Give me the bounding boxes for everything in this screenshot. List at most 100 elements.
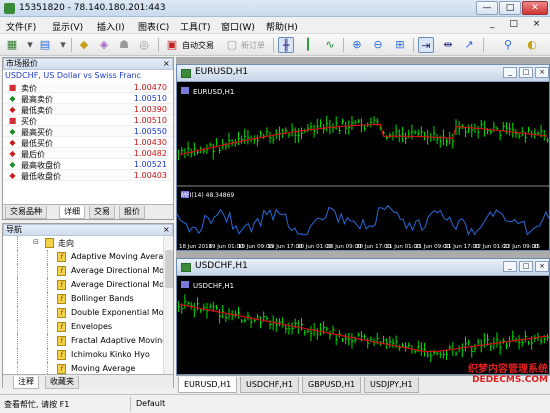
tab-trading[interactable]: 交易	[89, 206, 115, 219]
chart-maximize-button[interactable]: □	[519, 261, 533, 272]
menu-help[interactable]: 帮助(H)	[266, 20, 298, 33]
close-button[interactable]: ✕	[522, 1, 548, 15]
chart-tab-gbpusd[interactable]: GBPUSD,H1	[302, 377, 362, 393]
auto-trading-icon[interactable]: ▣	[164, 37, 180, 53]
indicator-icon: f	[57, 308, 66, 318]
app-icon	[4, 3, 15, 14]
toolbar-separator	[483, 38, 484, 52]
chart-symbol-icon	[181, 281, 189, 288]
status-divider	[130, 397, 131, 411]
tree-indicator-item[interactable]: f Moving Average	[3, 362, 163, 374]
menu-file[interactable]: 文件(F)	[6, 20, 36, 33]
market-watch-icon[interactable]: ◆	[76, 37, 92, 53]
zoom-in-icon[interactable]: ⊕	[349, 37, 365, 53]
auto-trading-button[interactable]: 自动交易	[182, 40, 214, 51]
tab-symbols[interactable]: 交易品种	[5, 206, 47, 219]
tab-favorites[interactable]: 收藏夹	[45, 376, 79, 389]
tree-indicator-item[interactable]: f Envelopes	[3, 320, 163, 334]
price-indicator-icon: ■	[8, 83, 17, 92]
tree-indicator-item[interactable]: fAdaptive Moving Average	[3, 250, 163, 264]
candle-series	[178, 115, 549, 161]
collapse-icon[interactable]: ⊟	[33, 238, 39, 246]
maximize-button[interactable]: □	[499, 1, 521, 15]
chart-close-button[interactable]: ×	[535, 67, 549, 78]
tree-folder-trend[interactable]: ⊟ 走向	[3, 236, 163, 250]
menu-view[interactable]: 显示(V)	[52, 20, 83, 33]
chart-icon	[181, 69, 191, 78]
watermark: 织梦内容管理系统 DEDECMS.COM	[420, 360, 548, 394]
dropdown-arrow-icon[interactable]: ▾	[22, 37, 38, 53]
tree-indicator-item[interactable]: fFractal Adaptive Moving Average	[3, 334, 163, 348]
chart-minimize-button[interactable]: _	[503, 261, 517, 272]
indicator-icon: f	[57, 266, 66, 276]
scrollbar-thumb[interactable]	[165, 250, 173, 288]
navigator-icon[interactable]: ☗	[116, 37, 132, 53]
chart-shift-icon[interactable]: ⇹	[440, 37, 456, 53]
chart-tab-usdjpy[interactable]: USDJPY,H1	[364, 377, 419, 393]
indicators-icon[interactable]: ↗	[461, 37, 477, 53]
tab-common[interactable]: 注释	[13, 376, 39, 389]
tree-indicator-item[interactable]: fDouble Exponential Moving Average	[3, 306, 163, 320]
quote-row[interactable]: ◆ 最高买价 1.00550	[3, 126, 173, 137]
quote-row[interactable]: ◆ 最高卖价 1.00510	[3, 93, 173, 104]
toolbar-separator	[273, 38, 274, 52]
quote-row[interactable]: ◆ 最低买价 1.00430	[3, 137, 173, 148]
chart-window-usdchf[interactable]: USDCHF,H1 _ □ × USDCHF,H1	[176, 258, 550, 375]
tree-indicator-item[interactable]: fAverage Directional Movement	[3, 264, 163, 278]
menu-insert[interactable]: 插入(I)	[97, 20, 125, 33]
quote-row[interactable]: ■ 卖价 1.00470	[3, 82, 173, 93]
chart-window-eurusd[interactable]: EURUSD,H1 _ □ × EURUSD,H1 MFI(14) 48.348…	[176, 64, 550, 251]
navigator-title: 导航	[3, 224, 173, 236]
terminal-icon[interactable]: ◎	[136, 37, 152, 53]
tab-ticks[interactable]: 报价	[119, 206, 145, 219]
candlestick-icon[interactable]: ┃	[300, 37, 316, 53]
zoom-out-icon[interactable]: ⊖	[370, 37, 386, 53]
quote-row[interactable]: ◆ 最后价 1.00482	[3, 148, 173, 159]
quote-row[interactable]: ■ 买价 1.00510	[3, 115, 173, 126]
search-icon[interactable]: ⚲	[500, 37, 516, 53]
new-order-button[interactable]: 新订单	[241, 40, 265, 51]
menu-window[interactable]: 窗口(W)	[221, 20, 255, 33]
quote-row[interactable]: ◆ 最高收盘价 1.00521	[3, 159, 173, 170]
tile-windows-icon[interactable]: ⊞	[392, 37, 408, 53]
quote-row[interactable]: ◆ 最低卖价 1.00390	[3, 104, 173, 115]
eurusd-chart[interactable]: EURUSD,H1 MFI(14) 48.34869 18 Jun 201819…	[177, 83, 549, 251]
profiles-icon[interactable]: ▤	[37, 37, 53, 53]
bar-chart-icon[interactable]: ╫	[278, 37, 294, 53]
toolbar: ▦ ▾ ▤ ▾ ◆ ◈ ☗ ◎ ▣ 自动交易 ▢ 新订单 ╫ ┃ ∿ ⊕ ⊖ ⊞…	[0, 34, 550, 56]
indicator-icon: f	[57, 252, 66, 262]
tree-indicator-item[interactable]: f Ichimoku Kinko Hyo	[3, 348, 163, 362]
navigator-scrollbar[interactable]	[163, 236, 173, 374]
chart-maximize-button[interactable]: □	[519, 67, 533, 78]
mdi-window-controls[interactable]: _ □ ×	[490, 19, 546, 29]
chart-minimize-button[interactable]: _	[503, 67, 517, 78]
navigator-close-icon[interactable]: ×	[163, 224, 170, 235]
navigator-tree: ⊟ 走向 fAdaptive Moving Average fAverage D…	[3, 236, 163, 374]
menu-tools[interactable]: 工具(T)	[180, 20, 211, 33]
quote-row[interactable]: ◆ 最低收盘价 1.00403	[3, 170, 173, 181]
market-watch-close-icon[interactable]: ×	[163, 58, 170, 69]
chart-window-titlebar[interactable]: EURUSD,H1 _ □ ×	[177, 65, 549, 82]
tree-indicator-item[interactable]: f Bollinger Bands	[3, 292, 163, 306]
new-chart-icon[interactable]: ▦	[4, 37, 20, 53]
auto-scroll-icon[interactable]: ⇥	[418, 37, 434, 53]
down-arrow-icon: ◆	[9, 149, 16, 158]
dropdown-arrow-icon[interactable]: ▾	[55, 37, 71, 53]
tree-indicator-item[interactable]: fAverage Directional Movement Wilder	[3, 278, 163, 292]
chat-icon[interactable]: ◐	[524, 37, 540, 53]
toolbar-separator	[413, 38, 414, 52]
menu-charts[interactable]: 图表(C)	[138, 20, 169, 33]
new-order-icon[interactable]: ▢	[224, 37, 240, 53]
chart-tab-usdchf[interactable]: USDCHF,H1	[240, 377, 299, 393]
mfi-line	[177, 205, 549, 236]
folder-icon	[45, 238, 54, 248]
line-chart-icon[interactable]: ∿	[322, 37, 338, 53]
menu-bar: 文件(F) 显示(V) 插入(I) 图表(C) 工具(T) 窗口(W) 帮助(H…	[0, 17, 550, 34]
chart-close-button[interactable]: ×	[535, 261, 549, 272]
chart-window-titlebar[interactable]: USDCHF,H1 _ □ ×	[177, 259, 549, 276]
minimize-button[interactable]: —	[476, 1, 498, 15]
tab-details[interactable]: 详细	[59, 206, 85, 219]
status-profile: Default	[136, 399, 166, 408]
chart-tab-eurusd[interactable]: EURUSD,H1	[178, 377, 238, 393]
data-window-icon[interactable]: ◈	[96, 37, 112, 53]
